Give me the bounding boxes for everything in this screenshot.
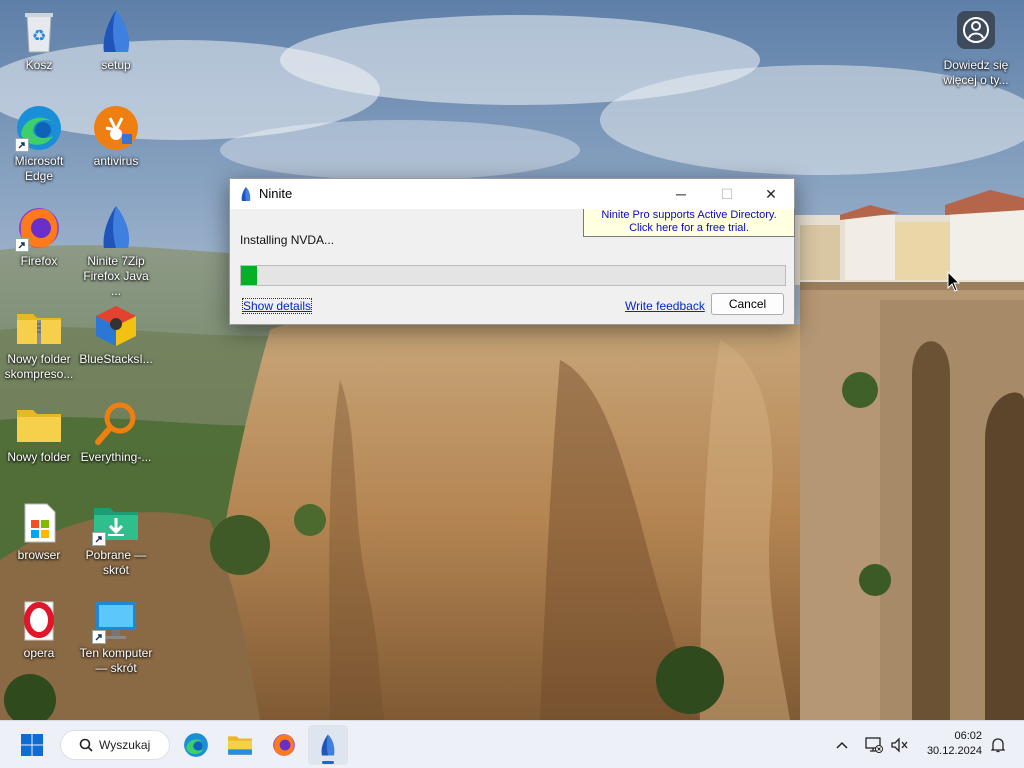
label: Ninite 7Zip Firefox Java ... xyxy=(83,254,149,298)
label: Nowy folder xyxy=(7,450,71,464)
clock-time: 06:02 xyxy=(954,730,982,742)
ninite-window: Ninite ─ ☐ ✕ Ninite Pro supports Active … xyxy=(229,178,795,325)
ninite-icon xyxy=(92,8,140,56)
firefox-icon xyxy=(273,734,295,756)
shortcut-arrow-icon xyxy=(15,238,29,252)
bell-icon xyxy=(991,738,1005,753)
backdrop-bridge xyxy=(800,282,1024,720)
label: Kosz xyxy=(25,58,53,72)
speaker-muted-icon xyxy=(891,737,908,753)
recycle-bin-icon: ♻ xyxy=(15,8,63,56)
this-pc-icon xyxy=(92,596,140,644)
desktop-icon-firefox[interactable]: Firefox xyxy=(0,204,78,269)
desktop-icon-new-folder[interactable]: Nowy folder xyxy=(0,400,78,465)
desktop-icon-this-pc-shortcut[interactable]: Ten komputer — skrót xyxy=(77,596,155,676)
desktop-icon-opera[interactable]: opera xyxy=(0,596,78,661)
label: setup xyxy=(101,58,131,72)
desktop-icon-everything[interactable]: Everything-... xyxy=(77,400,155,465)
learn-more-icon xyxy=(956,10,996,50)
window-body: Ninite Pro supports Active Directory. Cl… xyxy=(230,209,795,324)
mouse-cursor-icon xyxy=(947,271,961,292)
show-details-link[interactable]: Show details xyxy=(241,298,313,314)
minimize-button[interactable]: ─ xyxy=(658,179,704,209)
desktop-icon-downloads-shortcut[interactable]: Pobrane — skrót xyxy=(77,498,155,578)
label: antivirus xyxy=(93,154,139,168)
chevron-up-icon xyxy=(836,741,848,749)
install-progress-bar xyxy=(240,265,786,286)
window-title: Ninite xyxy=(259,186,293,201)
taskbar: Wyszukaj 06:02 30.12.2024 xyxy=(0,720,1024,768)
search-box[interactable]: Wyszukaj xyxy=(60,730,170,760)
clock-date: 30.12.2024 xyxy=(926,745,982,757)
desktop-icon-antivirus[interactable]: antivirus xyxy=(77,104,155,169)
browser-file-icon xyxy=(15,498,63,546)
desktop-icon-bluestacks[interactable]: BlueStacksI... xyxy=(77,302,155,367)
install-status-text: Installing NVDA... xyxy=(240,233,335,247)
ninite-app-icon xyxy=(238,186,254,202)
firefox-icon xyxy=(15,204,63,252)
shortcut-arrow-icon xyxy=(92,630,106,644)
taskbar-app-firefox[interactable] xyxy=(264,725,304,765)
svg-text:♻: ♻ xyxy=(32,26,46,45)
downloads-folder-icon xyxy=(92,498,140,546)
desktop-widget-learn-more[interactable]: Dowiedz się więcej o ty... xyxy=(936,10,1016,88)
label: browser xyxy=(17,548,61,562)
label: Ten komputer — skrót xyxy=(79,646,153,675)
progress-fill xyxy=(241,266,258,285)
label: Pobrane — skrót xyxy=(85,548,147,577)
desktop-icon-compressed-folder[interactable]: Nowy folder skompreso... xyxy=(0,302,78,382)
ninite-icon xyxy=(321,734,335,756)
taskbar-app-ninite[interactable] xyxy=(308,725,348,765)
search-label: Wyszukaj xyxy=(99,738,151,752)
antivirus-icon xyxy=(92,104,140,152)
taskbar-app-file-explorer[interactable] xyxy=(220,725,260,765)
label: Nowy folder skompreso... xyxy=(4,352,74,381)
label: Microsoft Edge xyxy=(14,154,64,183)
ninite-pro-promo-link[interactable]: Ninite Pro supports Active Directory. Cl… xyxy=(583,209,795,237)
folder-icon xyxy=(15,400,63,448)
maximize-button: ☐ xyxy=(720,185,734,202)
search-icon xyxy=(79,738,93,752)
bluestacks-icon xyxy=(92,302,140,350)
label: BlueStacksI... xyxy=(79,352,153,366)
opera-icon xyxy=(15,596,63,644)
label: opera xyxy=(23,646,55,660)
windows-logo-icon xyxy=(21,734,43,756)
promo-line-1: Ninite Pro supports Active Directory. xyxy=(601,209,777,221)
desktop-icon-setup[interactable]: setup xyxy=(77,8,155,73)
cancel-button[interactable]: Cancel xyxy=(711,293,784,315)
network-status-icon[interactable] xyxy=(860,725,888,765)
shortcut-arrow-icon xyxy=(92,532,106,546)
notifications-button[interactable] xyxy=(984,725,1012,765)
everything-search-icon xyxy=(92,400,140,448)
shortcut-arrow-icon xyxy=(15,138,29,152)
edge-icon xyxy=(184,733,208,757)
file-explorer-icon xyxy=(228,736,252,755)
write-feedback-link[interactable]: Write feedback xyxy=(625,299,705,313)
ninite-icon xyxy=(92,204,140,252)
label: Firefox xyxy=(20,254,58,268)
desktop-icon-microsoft-edge[interactable]: Microsoft Edge xyxy=(0,104,78,184)
taskbar-app-edge[interactable] xyxy=(176,725,216,765)
close-button[interactable]: ✕ xyxy=(748,179,794,209)
active-app-indicator xyxy=(322,761,334,764)
edge-icon xyxy=(15,104,63,152)
desktop-icon-recycle-bin[interactable]: ♻ Kosz xyxy=(0,8,78,73)
promo-line-2: Click here for a free trial. xyxy=(629,222,749,234)
show-hidden-icons-button[interactable] xyxy=(826,725,858,765)
clock-button[interactable]: 06:02 30.12.2024 xyxy=(916,729,982,759)
label: Everything-... xyxy=(80,450,152,464)
network-icon xyxy=(865,737,883,753)
volume-status-icon[interactable] xyxy=(886,725,914,765)
title-bar[interactable]: Ninite ─ ☐ ✕ xyxy=(230,179,794,209)
desktop-icon-ninite-bundle[interactable]: Ninite 7Zip Firefox Java ... xyxy=(77,204,155,299)
start-button[interactable] xyxy=(12,725,52,765)
label: Dowiedz się więcej o ty... xyxy=(943,58,1009,87)
compressed-folder-icon xyxy=(15,302,63,350)
desktop-icon-browser[interactable]: browser xyxy=(0,498,78,563)
